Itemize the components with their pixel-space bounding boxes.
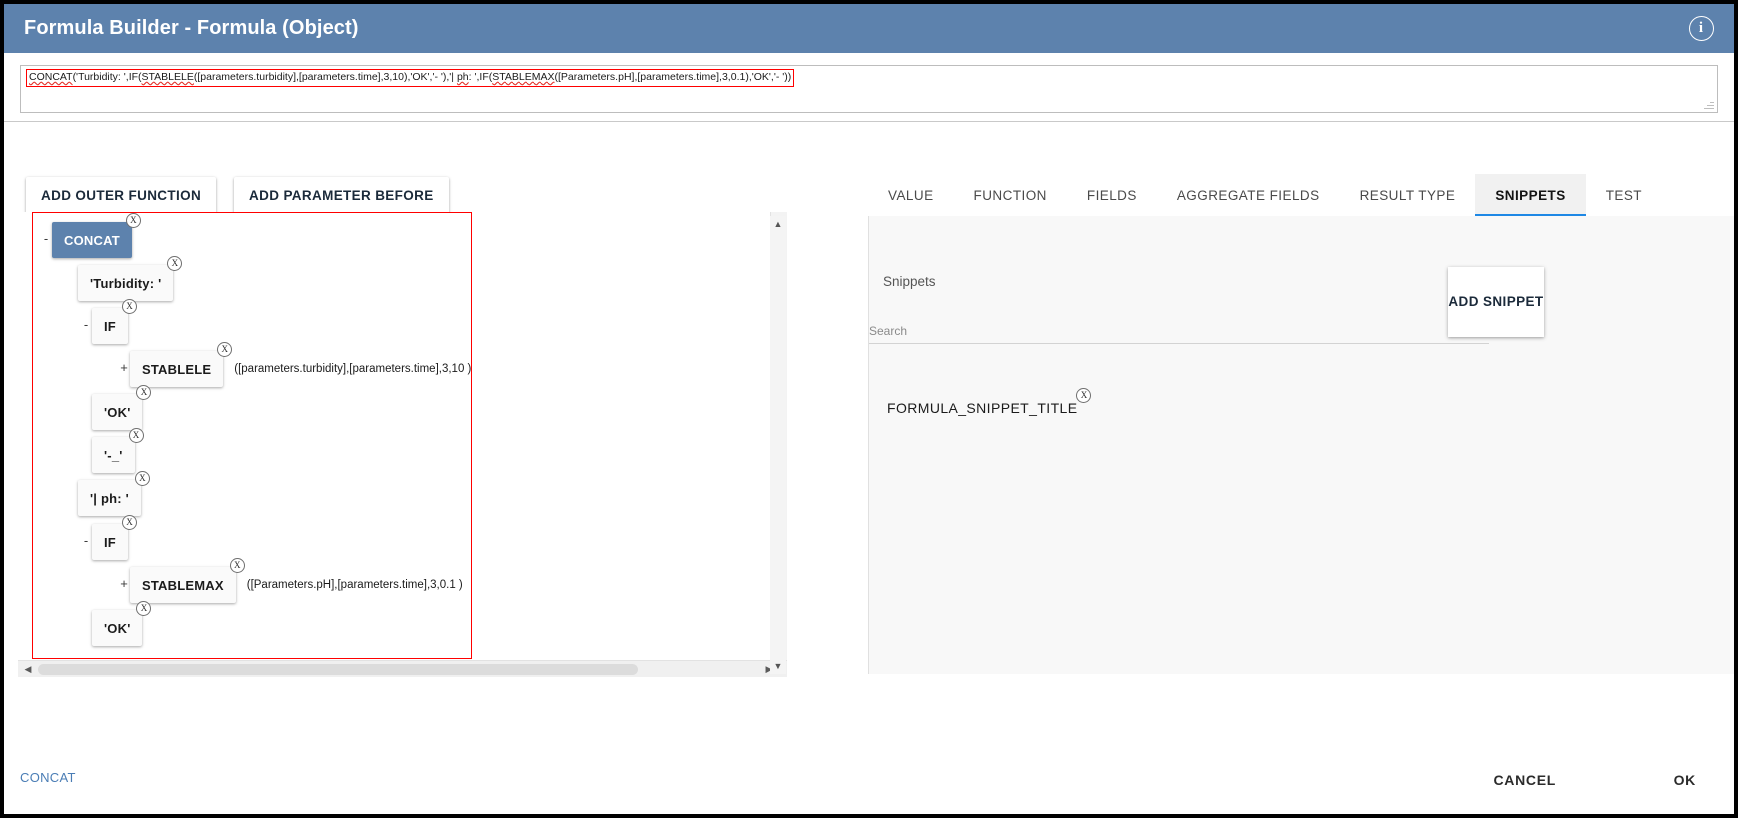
tree-node: +STABLELEX ([parameters.turbidity],[param… [118, 351, 471, 387]
tree-node: -CONCATX [40, 222, 132, 258]
tree-action-buttons: ADD OUTER FUNCTION ADD PARAMETER BEFORE [26, 177, 449, 214]
snippets-search-field[interactable]: Search [869, 324, 1489, 344]
tree-node: 'OK'X [80, 394, 142, 430]
collapse-icon[interactable]: - [40, 222, 52, 256]
tree-node-chip[interactable]: STABLEMAX [130, 567, 236, 603]
tree-node-chip[interactable]: 'OK' [92, 610, 142, 646]
formula-highlight-box: CONCAT('Turbidity: ',IF(STABLELE([parame… [26, 69, 794, 87]
remove-node-icon[interactable]: X [122, 515, 137, 530]
tree-node-chip-wrap: 'Turbidity: 'X [78, 265, 173, 301]
tree-node-chip[interactable]: 'OK' [92, 394, 142, 430]
formula-seg-2: STABLELE [142, 71, 194, 83]
tab-test[interactable]: TEST [1586, 174, 1662, 216]
tree-node-chip-wrap: '-_'X [92, 437, 135, 473]
tab-bar: VALUEFUNCTIONFIELDSAGGREGATE FIELDSRESUL… [868, 174, 1598, 216]
tree-node: 'OK'X [80, 610, 142, 646]
dialog-footer: CONCAT CANCEL OK [4, 748, 1734, 814]
remove-node-icon[interactable]: X [230, 558, 245, 573]
tree-node-chip-wrap: 'OK'X [92, 394, 142, 430]
tree-horizontal-scrollbar[interactable]: ◀ ▶ [18, 660, 787, 677]
remove-node-icon[interactable]: X [135, 471, 150, 486]
info-icon: i [1689, 16, 1714, 41]
cancel-button[interactable]: CANCEL [1483, 764, 1566, 796]
remove-node-icon[interactable]: X [136, 385, 151, 400]
formula-seg-4: ph [457, 71, 469, 83]
formula-tree: -CONCATX'Turbidity: 'X-IFX+STABLELEX([pa… [18, 212, 758, 659]
tree-node-args: ([Parameters.pH],[parameters.time],3,0.1… [247, 567, 463, 603]
snippet-list-item[interactable]: FORMULA_SNIPPET_TITLE X [887, 400, 1077, 418]
tree-node-chip[interactable]: STABLELE [130, 351, 223, 387]
snippets-vertical-scrollbar[interactable]: ▲ ▼ [770, 216, 786, 674]
ok-button[interactable]: OK [1660, 764, 1710, 796]
remove-node-icon[interactable]: X [217, 342, 232, 357]
tree-node-chip-wrap: 'OK'X [92, 610, 142, 646]
remove-node-icon[interactable]: X [126, 213, 141, 228]
snippets-scroll-down-icon[interactable]: ▼ [770, 658, 786, 674]
tree-node-args: ([parameters.turbidity],[parameters.time… [234, 351, 471, 387]
resize-handle[interactable] [1703, 99, 1715, 111]
snippets-pane: Snippets Search FORMULA_SNIPPET_TITLE X [868, 216, 1734, 674]
tree-node-chip[interactable]: IF [92, 308, 128, 344]
formula-textarea[interactable]: CONCAT('Turbidity: ',IF(STABLELE([parame… [20, 65, 1718, 113]
dialog-titlebar: Formula Builder - Formula (Object) i [4, 4, 1734, 53]
formula-tree-panel: -CONCATX'Turbidity: 'X-IFX+STABLELEX([pa… [18, 212, 785, 673]
tree-node-chip[interactable]: IF [92, 524, 128, 560]
formula-builder-dialog: Formula Builder - Formula (Object) i CON… [4, 4, 1734, 814]
page-title: Formula Builder - Formula (Object) [24, 17, 359, 40]
add-snippet-button[interactable]: ADD SNIPPET [1448, 267, 1544, 337]
snippet-title: FORMULA_SNIPPET_TITLE [887, 400, 1077, 416]
tab-value[interactable]: VALUE [868, 174, 954, 216]
tree-node-chip-wrap: CONCATX [52, 222, 132, 258]
tree-hscroll-thumb[interactable] [38, 664, 638, 675]
remove-node-icon[interactable]: X [136, 601, 151, 616]
tab-function[interactable]: FUNCTION [954, 174, 1067, 216]
collapse-icon[interactable]: - [80, 308, 92, 342]
tree-node: +STABLEMAXX ([Parameters.pH],[parameters.… [118, 567, 463, 603]
remove-node-icon[interactable]: X [167, 256, 182, 271]
tree-node: '| ph: 'X [66, 480, 141, 516]
formula-seg-1: ('Turbidity: ',IF( [73, 71, 142, 83]
scroll-left-icon[interactable]: ◀ [20, 661, 36, 678]
formula-seg-5: : ',IF( [469, 71, 493, 83]
tree-node: -IFX [80, 308, 128, 344]
formula-seg-7: ([Parameters.pH],[parameters.time],3,0.1… [555, 71, 792, 83]
tree-node-chip-wrap: '| ph: 'X [78, 480, 141, 516]
tree-node-chip-wrap: STABLELEX [130, 351, 223, 387]
tree-node-chip[interactable]: '| ph: ' [78, 480, 141, 516]
snippets-section-title: Snippets [883, 274, 936, 289]
tab-snippets[interactable]: SNIPPETS [1475, 174, 1585, 216]
tab-aggregate-fields[interactable]: AGGREGATE FIELDS [1157, 174, 1340, 216]
expand-icon[interactable]: + [118, 567, 130, 601]
tree-node-chip[interactable]: 'Turbidity: ' [78, 265, 173, 301]
add-parameter-before-button[interactable]: ADD PARAMETER BEFORE [234, 177, 449, 214]
tree-node: -IFX [80, 524, 128, 560]
tree-node: 'Turbidity: 'X [66, 265, 173, 301]
formula-seg-0: CONCAT [29, 71, 73, 83]
tree-node-chip-wrap: IFX [92, 524, 128, 560]
tree-node-chip[interactable]: CONCAT [52, 222, 132, 258]
tab-fields[interactable]: FIELDS [1067, 174, 1157, 216]
formula-editor-zone: CONCAT('Turbidity: ',IF(STABLELE([parame… [4, 53, 1734, 122]
add-outer-function-button[interactable]: ADD OUTER FUNCTION [26, 177, 216, 214]
formula-seg-6: STABLEMAX [492, 71, 554, 83]
collapse-icon[interactable]: - [80, 524, 92, 558]
search-input-underline [869, 343, 1489, 344]
remove-node-icon[interactable]: X [129, 428, 144, 443]
tree-node-chip-wrap: STABLEMAXX [130, 567, 236, 603]
right-panel: VALUEFUNCTIONFIELDSAGGREGATE FIELDSRESUL… [868, 174, 1734, 674]
snippets-scroll-up-icon[interactable]: ▲ [770, 216, 786, 232]
search-input-label: Search [869, 324, 1489, 338]
tab-result-type[interactable]: RESULT TYPE [1340, 174, 1476, 216]
formula-seg-3: ([parameters.turbidity],[parameters.time… [194, 71, 457, 83]
tree-node-chip[interactable]: '-_' [92, 437, 135, 473]
tree-node: '-_'X [80, 437, 135, 473]
breadcrumb[interactable]: CONCAT [20, 770, 76, 785]
remove-snippet-icon[interactable]: X [1076, 388, 1091, 403]
tree-node-chip-wrap: IFX [92, 308, 128, 344]
formula-text: CONCAT('Turbidity: ',IF(STABLELE([parame… [29, 71, 791, 84]
expand-icon[interactable]: + [118, 351, 130, 385]
remove-node-icon[interactable]: X [122, 299, 137, 314]
info-button[interactable]: i [1686, 14, 1716, 44]
